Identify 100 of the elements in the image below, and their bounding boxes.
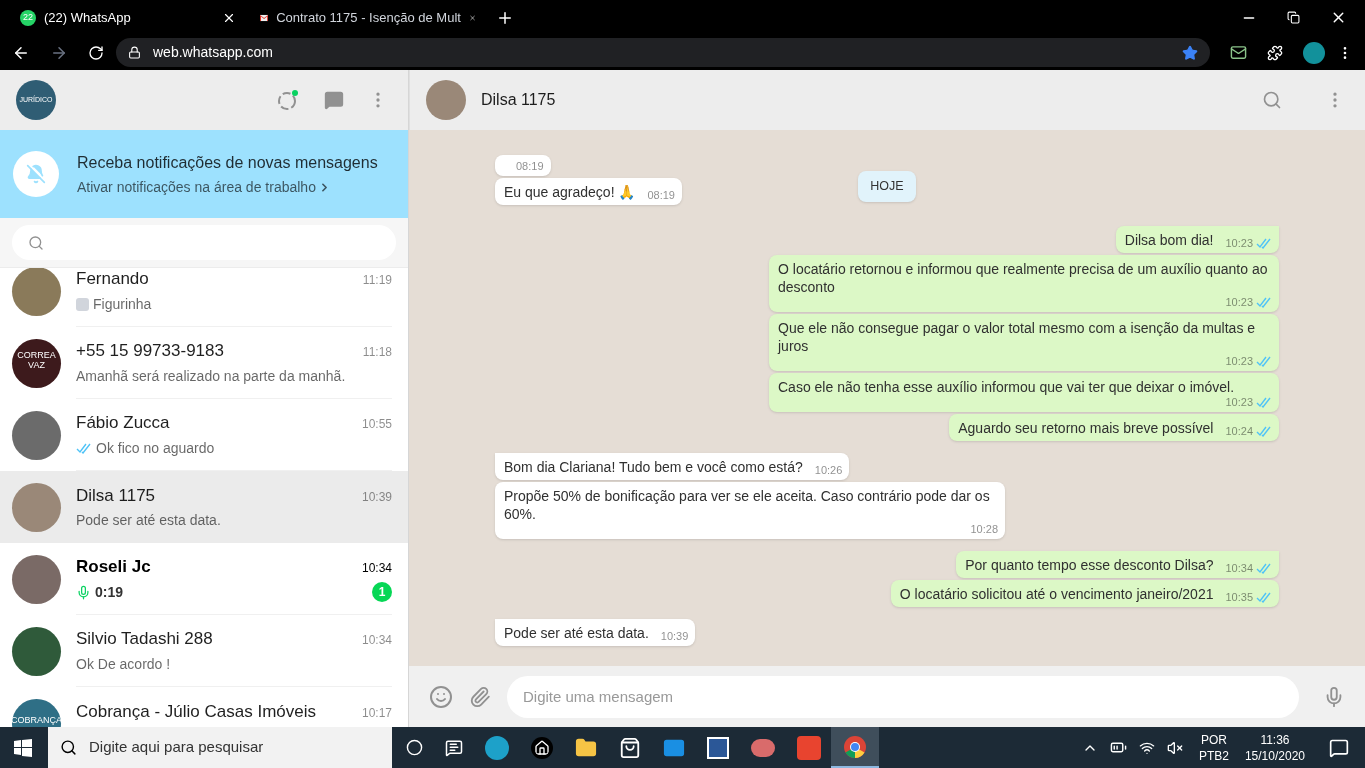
bookmark-star-icon[interactable] xyxy=(1182,44,1198,61)
message-preview: Pode ser até esta data. xyxy=(76,511,221,531)
message-preview: 0:19 xyxy=(95,582,124,602)
message-preview: Figurinha xyxy=(93,294,152,314)
message-text: Pode ser até esta data. xyxy=(504,624,649,642)
message-text: Aguardo seu retorno mais breve possível xyxy=(958,419,1214,437)
message-text: Caso ele não tenha esse auxílio informou que vai ter que deixar o imóvel. xyxy=(778,378,1235,396)
windows-logo-icon[interactable] xyxy=(14,738,32,757)
language-indicator[interactable]: POR PTB2 xyxy=(1198,731,1229,764)
folder-icon[interactable] xyxy=(575,736,597,759)
message-text: Que ele não consegue pagar o valor total mesmo com a isenção da multas e juros xyxy=(778,319,1257,355)
message-preview: Ok fico no aguardo xyxy=(96,438,215,458)
browser-tab[interactable]: 22 (22) WhatsApp xyxy=(8,0,248,35)
emoji-icon[interactable] xyxy=(429,684,453,709)
new-chat-icon[interactable] xyxy=(324,90,344,110)
message-time: 10:34 xyxy=(1225,562,1253,574)
message-time: 08:19 xyxy=(647,189,675,202)
read-ticks-icon xyxy=(1256,355,1272,367)
read-ticks-icon xyxy=(1256,396,1272,408)
app-icon[interactable] xyxy=(531,736,553,759)
url-text: web.whatsapp.com xyxy=(153,43,273,62)
chat-list-item[interactable]: Dilsa 1175 10:39 Pode ser até esta data. xyxy=(0,471,408,543)
reload-icon[interactable] xyxy=(88,44,104,61)
tab-title: (22) WhatsApp xyxy=(44,8,132,27)
store-icon[interactable] xyxy=(619,736,641,759)
sticker-icon xyxy=(76,297,89,311)
browser-tab[interactable]: Contrato 1175 - Isenção de Mult xyxy=(248,0,488,35)
search-placeholder: Digite aqui para pesquisar xyxy=(89,737,264,758)
address-bar[interactable]: web.whatsapp.com xyxy=(116,38,1210,67)
profile-avatar[interactable] xyxy=(1303,41,1325,64)
banner-title: Receba notificações de novas mensagens xyxy=(77,152,378,173)
message-time: 10:23 xyxy=(1225,296,1253,308)
message-preview: Ok De acordo ! xyxy=(76,654,171,674)
muted-bell-icon xyxy=(26,164,46,184)
chat-time: 10:34 xyxy=(361,560,392,578)
chat-time: 11:19 xyxy=(362,272,392,290)
message-time: 10:39 xyxy=(660,630,689,642)
contact-name[interactable]: Dilsa 1175 xyxy=(481,88,1247,112)
read-ticks-icon xyxy=(1256,296,1272,308)
logo-avatar: CORREA VAZ xyxy=(12,338,61,388)
message-time: 10:23 xyxy=(1225,396,1253,408)
extension-icon[interactable] xyxy=(1230,44,1247,61)
message-time: 10:26 xyxy=(814,464,843,476)
banner-link[interactable]: Ativar notificações na área de trabalho xyxy=(77,176,316,198)
contact-name: Fernando xyxy=(76,268,149,291)
message-text: Propõe 50% de bonificação para ver se ele aceita. Caso contrário pode dar os 60%. xyxy=(504,487,991,523)
unread-count: 1 xyxy=(372,582,392,603)
contact-name: Dilsa 1175 xyxy=(76,484,156,507)
notification-banner[interactable]: Receba notificações de novas mensagens Ativar notificações na área de trabalho xyxy=(0,130,408,218)
contact-name: Silvio Tadashi 288 xyxy=(76,628,213,651)
read-ticks-icon xyxy=(1256,237,1272,249)
chat-time: 10:55 xyxy=(361,416,392,434)
read-ticks-icon xyxy=(1256,562,1272,574)
notifications-icon[interactable] xyxy=(1329,737,1349,758)
taskbar-search-field[interactable]: Digite aqui para pesquisar xyxy=(48,727,392,768)
status-icon[interactable] xyxy=(276,88,300,112)
favicon-badge: 22 xyxy=(20,9,36,26)
message-text: O locatário retornou e informou que realmente precisa de um auxílio quanto ao desconto xyxy=(778,260,1269,296)
message-time: 10:35 xyxy=(1225,591,1253,603)
cortana-icon[interactable] xyxy=(406,739,423,756)
microphone-icon xyxy=(76,584,91,600)
message-text: Eu que agradeço! 🙏 xyxy=(504,183,636,202)
message-time: 10:23 xyxy=(1225,355,1253,367)
chat-time: 10:39 xyxy=(361,488,392,506)
contact-name: +55 15 99733-9183 xyxy=(76,340,224,363)
message-text: Dilsa bom dia! xyxy=(1124,231,1214,249)
restore-icon[interactable] xyxy=(1287,11,1300,24)
chat-time: 10:34 xyxy=(361,632,392,650)
message-time: 10:24 xyxy=(1225,425,1253,437)
read-ticks-icon xyxy=(76,442,92,454)
tab-title: Contrato 1175 - Isenção de Mult xyxy=(276,8,461,27)
message-time: 08:19 xyxy=(516,160,544,173)
message-time: 10:23 xyxy=(1225,237,1253,249)
clock[interactable]: 11:36 15/10/2020 xyxy=(1244,731,1305,764)
chat-time: 10:17 xyxy=(361,704,392,722)
read-ticks-icon xyxy=(1256,591,1272,603)
attach-icon[interactable] xyxy=(469,685,491,708)
message-text: O locatário solicitou até o vencimento janeiro/2021 xyxy=(899,585,1214,603)
date-divider: HOJE xyxy=(858,171,916,202)
logo-avatar: COBRANÇA xyxy=(12,698,61,727)
contact-name: Cobrança - Júlio Casas Imóveis xyxy=(76,700,316,723)
search-field[interactable] xyxy=(12,225,396,260)
message-time: 10:28 xyxy=(970,523,998,535)
read-ticks-icon xyxy=(1256,425,1272,437)
muted-speaker-icon[interactable] xyxy=(1166,739,1183,756)
contact-name: Fábio Zucca xyxy=(76,412,170,435)
search-icon xyxy=(60,739,77,756)
search-icon[interactable] xyxy=(1262,90,1282,110)
active-app-tile[interactable] xyxy=(831,727,879,768)
message-preview: Amanhã será realizado na parte da manhã. xyxy=(76,366,346,386)
message-input[interactable]: Digite uma mensagem xyxy=(507,675,1299,718)
message-text: Bom dia Clariana! Tudo bem e você como está? xyxy=(504,458,803,476)
extensions-icon[interactable] xyxy=(1267,44,1283,61)
message-text: Por quanto tempo esse desconto Dilsa? xyxy=(965,556,1214,574)
chrome-icon xyxy=(843,734,867,759)
search-icon xyxy=(28,234,44,251)
contact-name: Roseli Jc xyxy=(76,556,151,579)
chat-time: 11:18 xyxy=(362,344,392,362)
lock-icon xyxy=(128,46,141,59)
photo-placeholder[interactable] xyxy=(426,80,466,120)
